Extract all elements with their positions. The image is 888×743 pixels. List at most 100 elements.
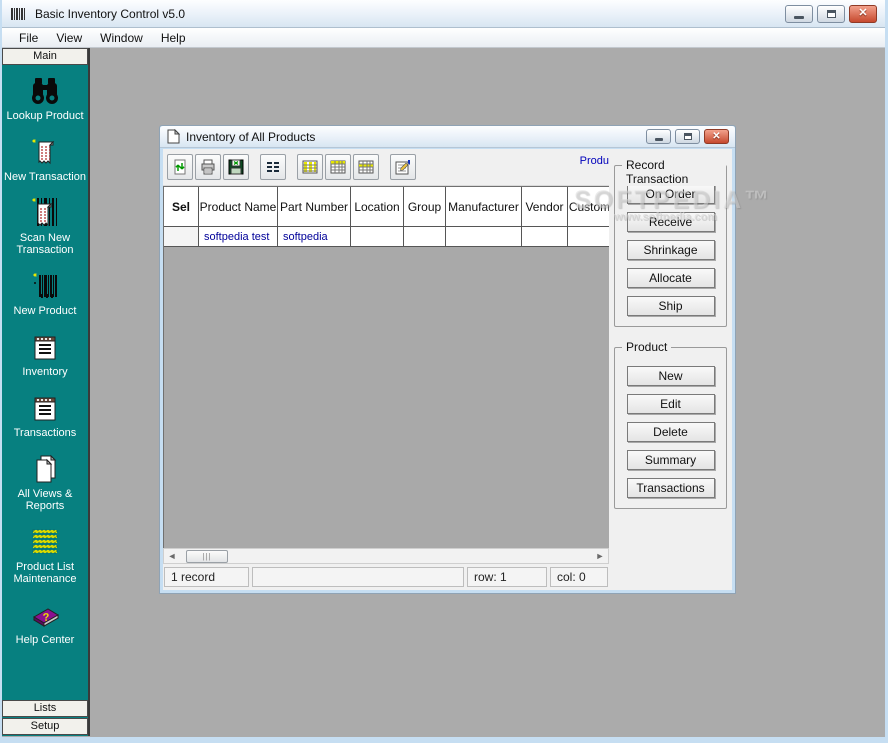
grid-icon	[330, 159, 346, 175]
sidebar-item-lookup-product[interactable]: Lookup Product	[2, 75, 88, 122]
cell-vendor[interactable]	[522, 227, 568, 247]
table-row[interactable]: softpedia test softpedia	[164, 227, 609, 247]
close-button[interactable]: ✕	[849, 5, 877, 23]
status-col: col: 0	[550, 567, 608, 587]
column-header-sel[interactable]: Sel	[164, 187, 199, 227]
cell-part-number[interactable]: softpedia	[278, 227, 351, 247]
refresh-button[interactable]	[167, 154, 193, 180]
horizontal-scrollbar[interactable]: ◄ ||| ►	[163, 548, 609, 564]
main-titlebar: Basic Inventory Control v5.0 ✕	[2, 0, 885, 28]
sidebar-item-all-views-reports[interactable]: All Views & Reports	[2, 453, 88, 512]
scrollbar-thumb[interactable]: |||	[186, 550, 228, 563]
inventory-grid: Sel Product Name Part Number Location Gr…	[163, 186, 609, 247]
menu-view[interactable]: View	[47, 29, 91, 47]
products-link[interactable]: Produ	[580, 155, 609, 167]
child-close-button[interactable]: ✕	[704, 129, 729, 144]
grid-empty-area	[163, 247, 609, 548]
inventory-toolbar: Produ	[163, 149, 609, 186]
grid-view-wide-button[interactable]	[297, 154, 323, 180]
notepad-icon	[28, 331, 62, 363]
maximize-button[interactable]	[817, 5, 845, 23]
grid-row-highlight-icon	[358, 159, 374, 175]
grid-view-compact-button[interactable]	[353, 154, 379, 180]
printer-icon	[200, 159, 216, 175]
tab-main[interactable]: Main	[2, 48, 88, 65]
inventory-window-titlebar[interactable]: Inventory of All Products ✕	[160, 126, 735, 148]
striped-list-icon	[28, 526, 62, 558]
delete-button[interactable]: Delete	[627, 422, 715, 442]
column-header-location[interactable]: Location	[351, 187, 404, 227]
sidebar-item-product-list-maintenance[interactable]: Product List Maintenance	[2, 526, 88, 585]
product-group: Product New Edit Delete Summary Transact…	[614, 347, 727, 509]
cell-custom[interactable]	[568, 227, 609, 247]
shrinkage-button[interactable]: Shrinkage	[627, 240, 715, 260]
sidebar-item-scan-new-transaction[interactable]: Scan New Transaction	[2, 197, 88, 256]
rows-view-button[interactable]	[260, 154, 286, 180]
save-icon	[228, 159, 244, 175]
menu-bar: File View Window Help	[2, 28, 885, 48]
child-maximize-button[interactable]	[675, 129, 700, 144]
maximize-icon	[827, 10, 836, 18]
print-button[interactable]	[195, 154, 221, 180]
action-panel: Record Transaction On Order Receive Shri…	[609, 149, 732, 590]
record-transaction-group: Record Transaction On Order Receive Shri…	[614, 165, 727, 327]
tab-setup[interactable]: Setup	[2, 718, 88, 735]
barcode-new-icon	[28, 270, 62, 302]
sidebar-item-new-transaction[interactable]: New Transaction	[2, 136, 88, 183]
document-icon	[166, 129, 180, 144]
column-header-custom[interactable]: Custom	[568, 187, 609, 227]
sidebar-item-new-product[interactable]: New Product	[2, 270, 88, 317]
save-button[interactable]	[223, 154, 249, 180]
svg-text:?: ?	[42, 612, 50, 624]
form-properties-button[interactable]	[390, 154, 416, 180]
sidebar-item-label: Inventory	[3, 366, 87, 378]
cell-product-name[interactable]: softpedia test	[199, 227, 278, 247]
app-window: Basic Inventory Control v5.0 ✕ File View…	[0, 0, 888, 743]
grid-highlight-icon	[302, 159, 318, 175]
sidebar-item-inventory[interactable]: Inventory	[2, 331, 88, 378]
sidebar-item-help-center[interactable]: ? Help Center	[2, 599, 88, 646]
column-header-product-name[interactable]: Product Name	[199, 187, 278, 227]
status-row: row: 1	[467, 567, 547, 587]
record-transaction-group-title: Record Transaction	[622, 158, 726, 186]
new-button[interactable]: New	[627, 366, 715, 386]
cell-sel[interactable]	[164, 227, 199, 247]
column-header-vendor[interactable]: Vendor	[522, 187, 568, 227]
cell-group[interactable]	[404, 227, 446, 247]
inventory-window-title: Inventory of All Products	[186, 130, 646, 144]
notepad-icon	[28, 392, 62, 424]
grid-header-row: Sel Product Name Part Number Location Gr…	[164, 187, 609, 227]
transactions-button[interactable]: Transactions	[627, 478, 715, 498]
scroll-right-arrow[interactable]: ►	[592, 549, 608, 563]
menu-file[interactable]: File	[10, 29, 47, 47]
sidebar: Main Lookup Product New Transaction Scan…	[2, 48, 90, 736]
child-minimize-button[interactable]	[646, 129, 671, 144]
minimize-button[interactable]	[785, 5, 813, 23]
edit-button[interactable]: Edit	[627, 394, 715, 414]
grid-view-narrow-button[interactable]	[325, 154, 351, 180]
sidebar-item-transactions[interactable]: Transactions	[2, 392, 88, 439]
barcode-app-icon	[10, 6, 28, 22]
product-group-title: Product	[622, 340, 671, 354]
sidebar-item-label: Help Center	[3, 634, 87, 646]
cell-location[interactable]	[351, 227, 404, 247]
column-header-group[interactable]: Group	[404, 187, 446, 227]
cell-manufacturer[interactable]	[446, 227, 522, 247]
column-header-part-number[interactable]: Part Number	[278, 187, 351, 227]
refresh-icon	[172, 159, 188, 175]
menu-help[interactable]: Help	[152, 29, 195, 47]
status-bar: 1 record row: 1 col: 0	[163, 564, 609, 590]
column-header-manufacturer[interactable]: Manufacturer	[446, 187, 522, 227]
scroll-left-arrow[interactable]: ◄	[164, 549, 180, 563]
summary-button[interactable]: Summary	[627, 450, 715, 470]
menu-window[interactable]: Window	[91, 29, 152, 47]
documents-icon	[28, 453, 62, 485]
sidebar-item-label: All Views & Reports	[3, 488, 87, 512]
receive-button[interactable]: Receive	[627, 212, 715, 232]
sidebar-item-label: Scan New Transaction	[3, 232, 87, 256]
allocate-button[interactable]: Allocate	[627, 268, 715, 288]
tab-lists[interactable]: Lists	[2, 700, 88, 717]
ship-button[interactable]: Ship	[627, 296, 715, 316]
sidebar-item-label: New Transaction	[3, 171, 87, 183]
on-order-button[interactable]: On Order	[627, 184, 715, 204]
